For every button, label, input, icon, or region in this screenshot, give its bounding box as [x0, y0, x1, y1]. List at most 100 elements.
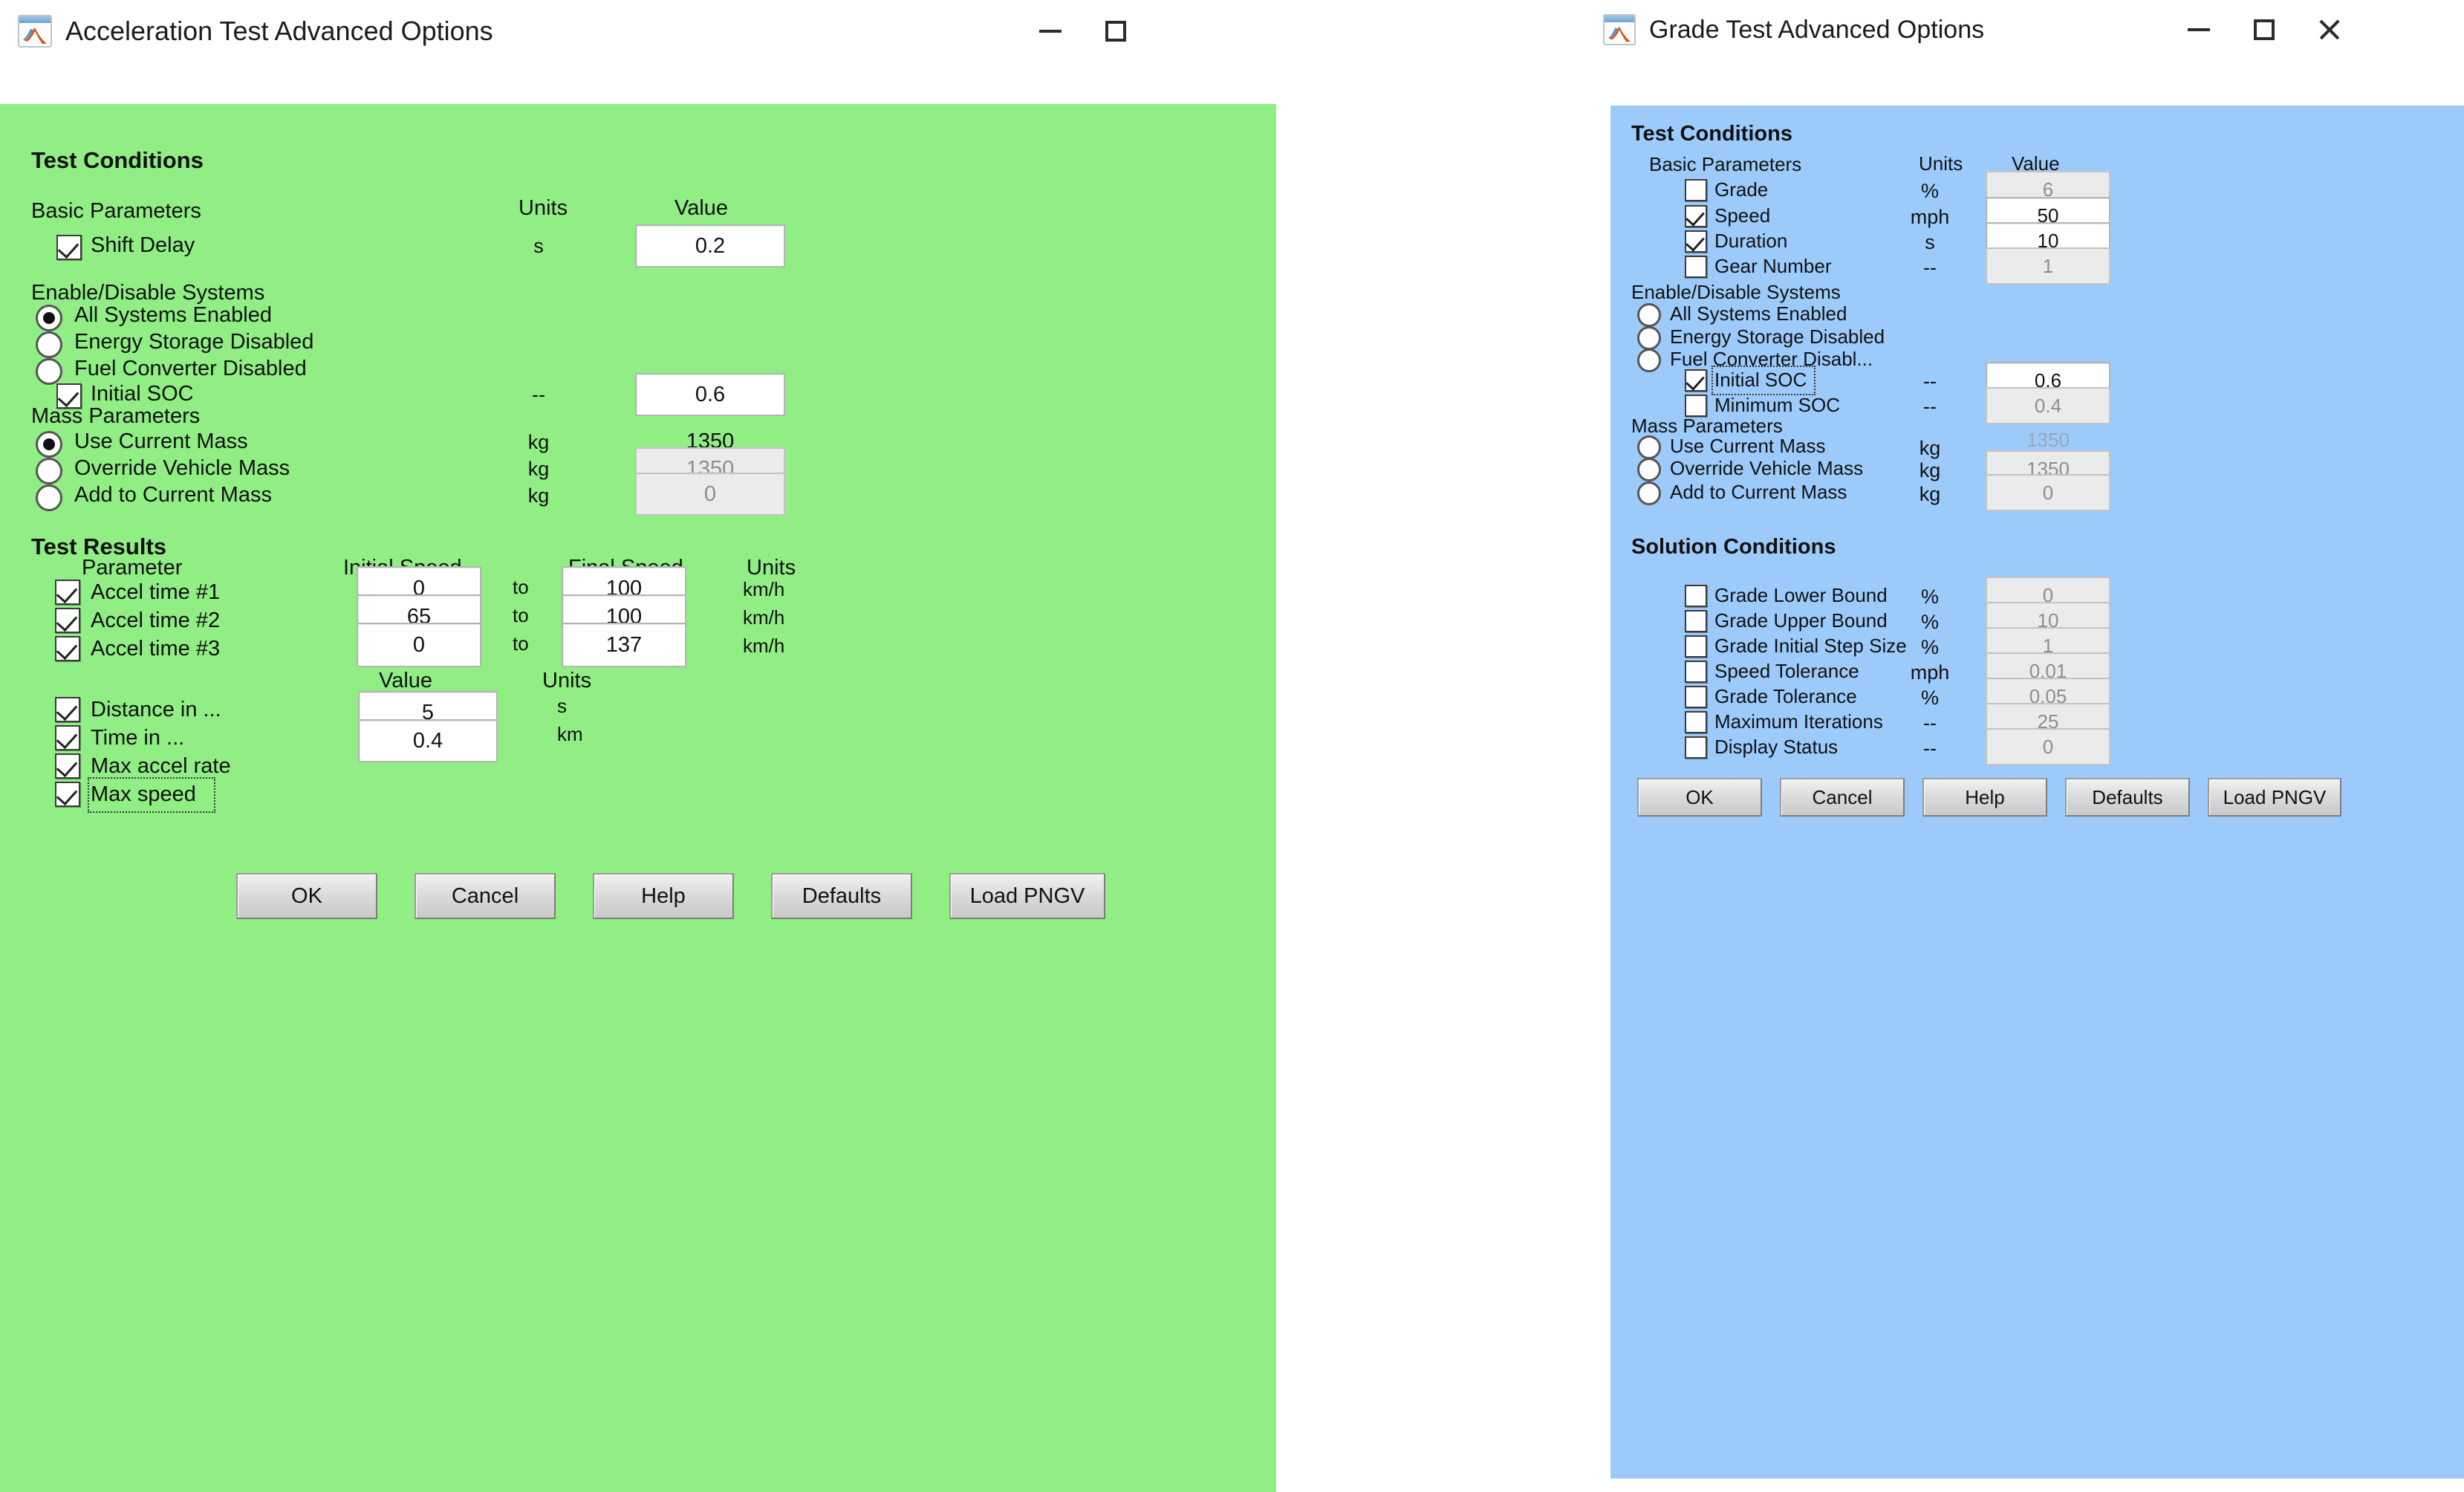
close-button[interactable] [2297, 0, 2362, 59]
radio-use-current-mass[interactable] [1637, 435, 1661, 459]
accel-time-2-to-label: to [513, 604, 529, 627]
radio-use-current-mass-label: Use Current Mass [1670, 435, 1826, 458]
initial-soc-checkbox[interactable] [1685, 369, 1707, 392]
cancel-button[interactable]: Cancel [415, 873, 556, 919]
add-to-current-mass-input[interactable]: 0 [635, 473, 785, 516]
shift-delay-checkbox[interactable] [56, 235, 82, 260]
radio-all-systems-enabled-label: All Systems Enabled [74, 303, 272, 328]
time-in-value-input[interactable]: 0.4 [358, 719, 498, 762]
max-accel-rate-checkbox[interactable] [55, 753, 80, 779]
initial-soc-value-input[interactable]: 0.6 [635, 373, 785, 416]
add-to-current-mass-units: kg [1908, 483, 1952, 506]
radio-use-current-mass[interactable] [36, 431, 62, 458]
radio-override-vehicle-mass[interactable] [36, 458, 62, 484]
accel-time-3-checkbox[interactable] [55, 636, 80, 661]
initial-soc-label: Initial SOC [91, 382, 194, 406]
add-to-current-mass-input[interactable]: 0 [1986, 474, 2110, 511]
radio-fuel-converter-disabled[interactable] [36, 358, 62, 385]
acceleration-titlebar[interactable]: Acceleration Test Advanced Options [0, 0, 1293, 62]
maximize-button[interactable] [1083, 0, 1148, 62]
time-in-units: km [557, 723, 583, 746]
use-current-mass-value: 1350 [1986, 429, 2110, 452]
results-units-column-header: Units [747, 556, 796, 580]
gear-number-checkbox[interactable] [1685, 256, 1707, 278]
speed-tolerance-label: Speed Tolerance [1714, 660, 1859, 683]
display-status-label: Display Status [1714, 736, 1838, 759]
speed-tolerance-checkbox[interactable] [1685, 661, 1707, 683]
maximum-iterations-units: -- [1908, 712, 1952, 735]
speed-label: Speed [1714, 204, 1770, 227]
radio-add-to-current-mass[interactable] [36, 484, 62, 511]
defaults-button[interactable]: Defaults [771, 873, 912, 919]
display-status-units: -- [1908, 737, 1952, 760]
ok-button[interactable]: OK [1637, 778, 1762, 817]
grade-tolerance-checkbox[interactable] [1685, 686, 1707, 708]
grade-tolerance-units: % [1908, 687, 1952, 710]
grade-test-window: Grade Test Advanced Options Test Conditi… [1590, 0, 2464, 1479]
minimum-soc-value-input[interactable]: 0.4 [1986, 387, 2110, 424]
accel-time-3-final-input[interactable]: 137 [562, 623, 686, 667]
radio-override-vehicle-mass[interactable] [1637, 458, 1661, 481]
duration-label: Duration [1714, 230, 1787, 253]
accel-time-1-checkbox[interactable] [55, 580, 80, 605]
use-current-mass-units: kg [1908, 437, 1952, 460]
initial-soc-units: -- [520, 383, 557, 406]
minimize-button[interactable] [1018, 0, 1083, 62]
initial-soc-units: -- [1908, 370, 1952, 393]
minimize-icon [1039, 30, 1062, 33]
maximize-button[interactable] [2231, 0, 2297, 59]
grade-upper-bound-checkbox[interactable] [1685, 610, 1707, 632]
load-pngv-button[interactable]: Load PNGV [949, 873, 1105, 919]
grade-initial-step-size-units: % [1908, 636, 1952, 659]
use-current-mass-units: kg [520, 431, 557, 454]
gear-number-value-input[interactable]: 1 [1986, 247, 2110, 285]
grade-checkbox[interactable] [1685, 179, 1707, 201]
grade-initial-step-size-checkbox[interactable] [1685, 635, 1707, 658]
acceleration-test-window: Acceleration Test Advanced Options Test … [0, 0, 1293, 1492]
close-icon [2317, 17, 2342, 42]
speed-tolerance-units: mph [1908, 661, 1952, 684]
speed-units: mph [1908, 206, 1952, 229]
distance-in-checkbox[interactable] [55, 697, 80, 722]
max-speed-checkbox[interactable] [55, 782, 80, 807]
accel-time-1-label: Accel time #1 [91, 580, 220, 605]
radio-add-to-current-mass[interactable] [1637, 481, 1661, 505]
radio-fuel-converter-disabled-label: Fuel Converter Disabl... [1670, 348, 1873, 371]
radio-fuel-converter-disabled[interactable] [1637, 348, 1661, 372]
minimum-soc-checkbox[interactable] [1685, 395, 1707, 417]
maximum-iterations-checkbox[interactable] [1685, 711, 1707, 733]
radio-all-systems-enabled[interactable] [36, 305, 62, 331]
grade-initial-step-size-label: Grade Initial Step Size [1714, 635, 1907, 658]
display-status-input[interactable]: 0 [1986, 728, 2110, 765]
radio-all-systems-enabled[interactable] [1637, 303, 1661, 327]
accel-time-3-initial-input[interactable]: 0 [357, 623, 481, 667]
shift-delay-units: s [520, 235, 557, 258]
help-button[interactable]: Help [1922, 778, 2047, 817]
time-in-checkbox[interactable] [55, 725, 80, 750]
radio-fuel-converter-disabled-label: Fuel Converter Disabled [74, 357, 307, 381]
ok-button[interactable]: OK [236, 873, 377, 919]
cancel-button[interactable]: Cancel [1780, 778, 1905, 817]
radio-all-systems-enabled-label: All Systems Enabled [1670, 302, 1847, 325]
display-status-checkbox[interactable] [1685, 736, 1707, 759]
grade-units: % [1908, 180, 1952, 203]
grade-lower-bound-units: % [1908, 586, 1952, 609]
accel-time-1-units: km/h [743, 578, 784, 601]
grade-lower-bound-checkbox[interactable] [1685, 585, 1707, 607]
defaults-button[interactable]: Defaults [2065, 778, 2190, 817]
grade-tolerance-label: Grade Tolerance [1714, 685, 1857, 708]
help-button[interactable]: Help [593, 873, 734, 919]
radio-add-to-current-mass-label: Add to Current Mass [74, 483, 272, 507]
load-pngv-button[interactable]: Load PNGV [2208, 778, 2341, 817]
test-conditions-heading: Test Conditions [1631, 122, 1792, 146]
radio-energy-storage-disabled[interactable] [1637, 326, 1661, 350]
radio-energy-storage-disabled[interactable] [36, 331, 62, 358]
grade-titlebar[interactable]: Grade Test Advanced Options [1590, 0, 2464, 59]
shift-delay-value-input[interactable]: 0.2 [635, 224, 785, 267]
speed-checkbox[interactable] [1685, 205, 1707, 227]
minimize-button[interactable] [2166, 0, 2231, 59]
duration-checkbox[interactable] [1685, 230, 1707, 253]
accel-time-2-checkbox[interactable] [55, 608, 80, 633]
accel-time-1-to-label: to [513, 576, 529, 599]
grade-upper-bound-units: % [1908, 611, 1952, 634]
